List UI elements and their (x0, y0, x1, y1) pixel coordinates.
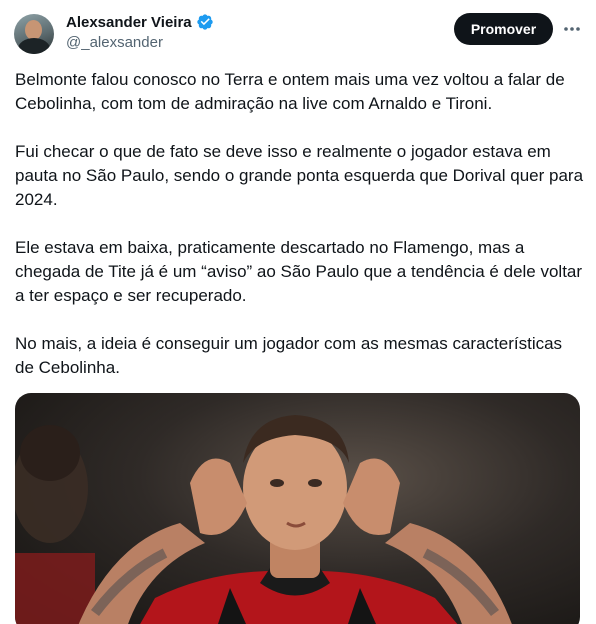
tweet-header: Alexsander Vieira @_alexsander Promover (0, 0, 596, 60)
tweet-paragraph: Ele estava em baixa, praticamente descar… (15, 238, 583, 305)
avatar-head-shape (25, 20, 42, 40)
verified-badge-icon (196, 14, 213, 30)
tweet-paragraph: Fui checar o que de fato se deve isso e … (15, 142, 584, 209)
tweet-media-photo[interactable] (15, 393, 580, 624)
tweet-paragraph: Belmonte falou conosco no Terra e ontem … (15, 70, 565, 113)
more-dots-glyph (564, 27, 580, 31)
author-handle[interactable]: @_alexsander (66, 34, 163, 51)
tweet-paragraph: No mais, a ideia é conseguir um jogador … (15, 334, 563, 377)
photo-illustration (15, 415, 512, 624)
promote-button[interactable]: Promover (454, 13, 553, 45)
author-display-name[interactable]: Alexsander Vieira (66, 14, 192, 31)
avatar-shoulders-shape (18, 38, 50, 54)
author-avatar[interactable] (14, 14, 54, 54)
author-name-row[interactable]: Alexsander Vieira (66, 13, 214, 31)
tweet-text: Belmonte falou conosco no Terra e ontem … (15, 68, 585, 404)
more-options-icon[interactable] (559, 16, 585, 42)
